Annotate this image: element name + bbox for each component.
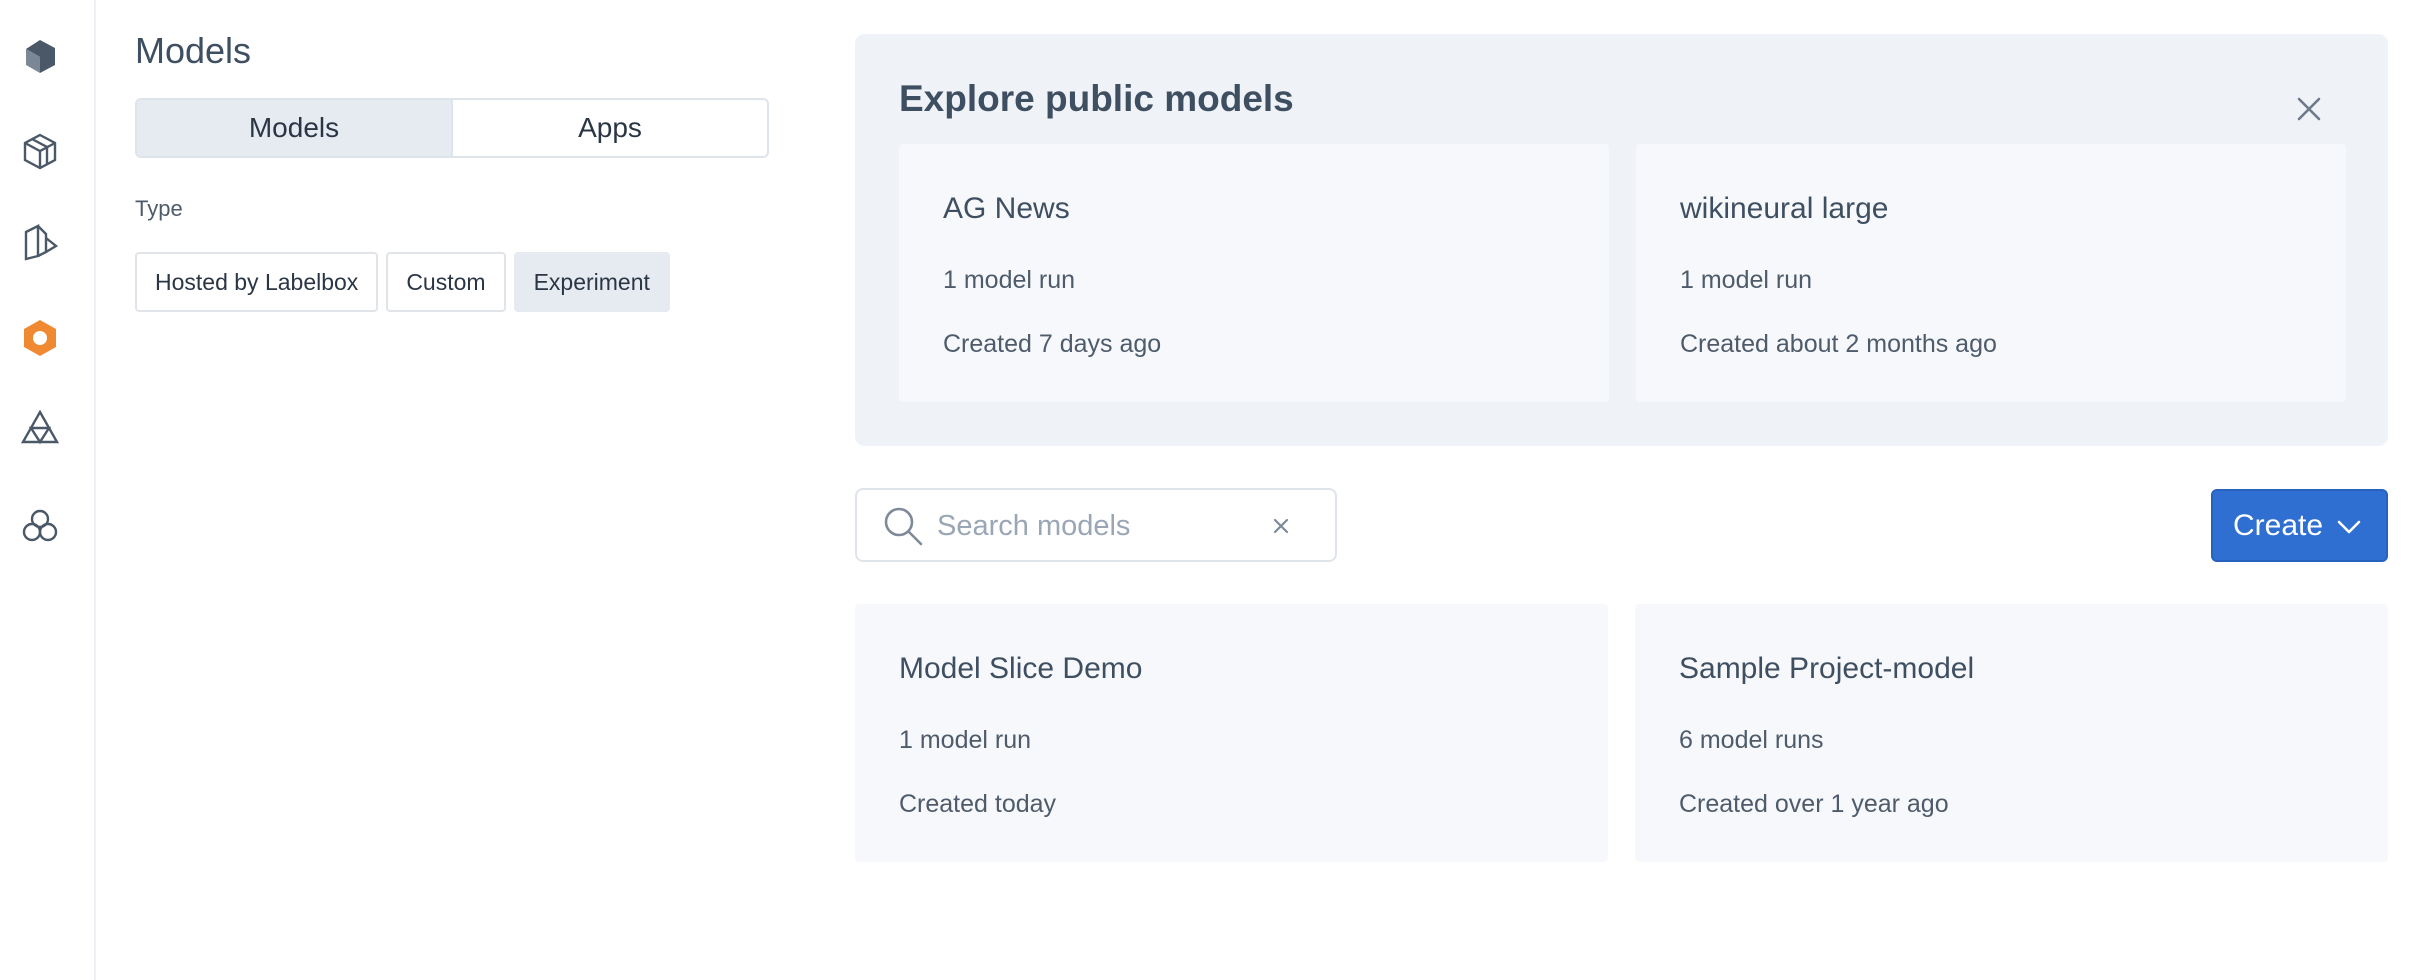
- model-card-created: Created today: [899, 790, 1057, 818]
- create-button[interactable]: Create: [2211, 489, 2388, 562]
- explore-public-models-panel: Explore public models AG News 1 model ru…: [855, 34, 2388, 446]
- page-title: Models: [135, 30, 252, 71]
- model-card-title: AG News: [943, 192, 1070, 225]
- annotate-icon[interactable]: [18, 220, 62, 264]
- model-card-title: Model Slice Demo: [899, 652, 1143, 685]
- close-icon[interactable]: [2294, 94, 2324, 124]
- chip-custom[interactable]: Custom: [386, 252, 506, 312]
- chevron-down-icon: [2337, 520, 2361, 534]
- model-card-created: Created over 1 year ago: [1679, 790, 1949, 818]
- app-sidebar: [0, 0, 96, 980]
- labelbox-logo-icon[interactable]: [18, 34, 62, 78]
- tab-apps[interactable]: Apps: [453, 100, 767, 156]
- tab-models[interactable]: Models: [137, 100, 453, 156]
- filters-panel: Models Models Apps Type Hosted by Labelb…: [135, 30, 775, 312]
- create-button-label: Create: [2233, 508, 2324, 542]
- chip-hosted-by-labelbox[interactable]: Hosted by Labelbox: [135, 252, 379, 312]
- models-icon[interactable]: [18, 316, 62, 360]
- model-card-model-slice-demo[interactable]: Model Slice Demo 1 model run Created tod…: [855, 604, 1608, 862]
- public-model-card-wikineural-large[interactable]: wikineural large 1 model run Created abo…: [1636, 144, 2346, 402]
- search-input[interactable]: [937, 502, 1267, 550]
- integrations-icon[interactable]: [18, 504, 62, 548]
- model-card-created: Created 7 days ago: [943, 330, 1162, 358]
- model-card-title: Sample Project-model: [1679, 652, 1975, 685]
- type-filter-chips: Hosted by Labelbox Custom Experiment: [135, 252, 775, 312]
- model-card-runs: 1 model run: [943, 266, 1076, 294]
- view-toggle: Models Apps: [135, 98, 769, 158]
- catalog-icon[interactable]: [18, 129, 62, 173]
- public-model-card-ag-news[interactable]: AG News 1 model run Created 7 days ago: [899, 144, 1609, 402]
- model-card-runs: 1 model run: [899, 726, 1032, 754]
- model-card-title: wikineural large: [1680, 192, 1889, 225]
- model-card-runs: 1 model run: [1680, 266, 1813, 294]
- search-box: [855, 488, 1337, 562]
- chip-experiment[interactable]: Experiment: [513, 252, 670, 312]
- explore-title: Explore public models: [899, 78, 1294, 119]
- search-icon: [884, 507, 923, 546]
- model-card-runs: 6 model runs: [1679, 726, 1824, 754]
- model-card-sample-project-model[interactable]: Sample Project-model 6 model runs Create…: [1635, 604, 2388, 862]
- model-card-created: Created about 2 months ago: [1680, 330, 1997, 358]
- workflow-icon[interactable]: [18, 406, 62, 450]
- type-label: Type: [135, 196, 183, 221]
- clear-search-icon[interactable]: [1271, 516, 1291, 536]
